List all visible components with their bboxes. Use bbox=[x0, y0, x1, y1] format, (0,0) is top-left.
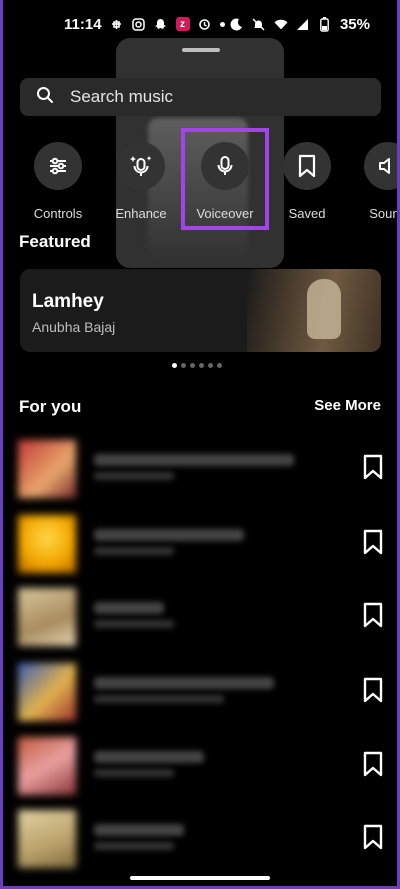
track-thumbnail bbox=[18, 515, 76, 573]
list-item[interactable] bbox=[18, 737, 388, 797]
carousel-indicator bbox=[172, 363, 222, 368]
bookmark-icon[interactable] bbox=[358, 749, 388, 779]
status-time: 11:14 bbox=[64, 15, 102, 33]
signal-icon bbox=[296, 17, 310, 31]
enhance-button[interactable]: Enhance bbox=[101, 142, 181, 221]
search-bar[interactable]: Search music bbox=[20, 78, 381, 116]
status-right: 35% bbox=[230, 16, 370, 33]
bookmark-icon[interactable] bbox=[358, 452, 388, 482]
bookmark-icon[interactable] bbox=[358, 675, 388, 705]
carousel-dot bbox=[172, 363, 177, 368]
list-item[interactable] bbox=[18, 515, 388, 575]
sync-icon bbox=[198, 17, 212, 31]
bookmark-icon[interactable] bbox=[358, 822, 388, 852]
track-artist bbox=[94, 620, 174, 628]
track-artist bbox=[94, 695, 224, 703]
track-thumbnail bbox=[18, 440, 76, 498]
instagram-icon bbox=[132, 17, 146, 31]
see-more-link[interactable]: See More bbox=[314, 397, 381, 414]
track-title bbox=[94, 824, 184, 836]
track-thumbnail bbox=[18, 663, 76, 721]
featured-heading: Featured bbox=[19, 232, 91, 251]
sound-button[interactable]: Sound bbox=[348, 142, 400, 221]
bookmark-icon[interactable] bbox=[358, 527, 388, 557]
list-item[interactable] bbox=[18, 810, 388, 870]
track-title bbox=[94, 751, 204, 763]
voiceover-highlight bbox=[181, 128, 269, 230]
zomato-icon: z bbox=[175, 17, 190, 31]
track-title bbox=[94, 602, 164, 614]
track-artist bbox=[94, 769, 174, 777]
status-left: 11:14 z bbox=[64, 16, 225, 33]
list-item[interactable] bbox=[18, 588, 388, 648]
list-item[interactable] bbox=[18, 440, 388, 500]
carousel-dot bbox=[190, 363, 195, 368]
track-artist bbox=[94, 547, 174, 555]
slack-icon bbox=[110, 17, 124, 31]
enhance-label: Enhance bbox=[115, 206, 167, 221]
saved-label: Saved bbox=[288, 206, 326, 221]
snapchat-icon bbox=[154, 17, 168, 31]
search-input[interactable]: Search music bbox=[70, 87, 173, 107]
home-indicator[interactable] bbox=[130, 876, 270, 880]
featured-track-artist: Anubha Bajaj bbox=[32, 319, 116, 335]
for-you-heading: For you bbox=[19, 397, 82, 416]
featured-track-card[interactable]: Lamhey Anubha Bajaj bbox=[20, 269, 381, 352]
bookmark-icon[interactable] bbox=[358, 600, 388, 630]
controls-label: Controls bbox=[33, 206, 83, 221]
sound-label: Sound bbox=[369, 206, 400, 221]
bookmark-icon bbox=[283, 142, 331, 190]
carousel-dot bbox=[181, 363, 186, 368]
track-title bbox=[94, 677, 274, 689]
track-title bbox=[94, 529, 244, 541]
list-item[interactable] bbox=[18, 663, 388, 723]
featured-album-art bbox=[247, 269, 381, 352]
controls-button[interactable]: Controls bbox=[18, 142, 98, 221]
battery-icon bbox=[318, 16, 332, 32]
notification-dot-icon bbox=[219, 21, 225, 27]
carousel-dot bbox=[217, 363, 222, 368]
saved-button[interactable]: Saved bbox=[267, 142, 347, 221]
featured-track-title: Lamhey bbox=[32, 291, 104, 312]
track-title bbox=[94, 454, 294, 466]
moon-icon bbox=[230, 17, 244, 31]
track-thumbnail bbox=[18, 588, 76, 646]
carousel-dot bbox=[199, 363, 204, 368]
track-thumbnail bbox=[18, 810, 76, 868]
speaker-icon bbox=[364, 142, 400, 190]
album-art-figure bbox=[307, 279, 341, 339]
battery-percent: 35% bbox=[339, 15, 370, 33]
track-artist bbox=[94, 842, 174, 850]
wifi-icon bbox=[274, 17, 288, 31]
drag-handle[interactable] bbox=[182, 48, 220, 52]
track-artist bbox=[94, 472, 174, 480]
search-icon bbox=[36, 86, 54, 109]
sparkle-mic-icon bbox=[117, 142, 165, 190]
mute-icon bbox=[252, 17, 266, 31]
carousel-dot bbox=[208, 363, 213, 368]
track-thumbnail bbox=[18, 737, 76, 795]
sliders-icon bbox=[34, 142, 82, 190]
